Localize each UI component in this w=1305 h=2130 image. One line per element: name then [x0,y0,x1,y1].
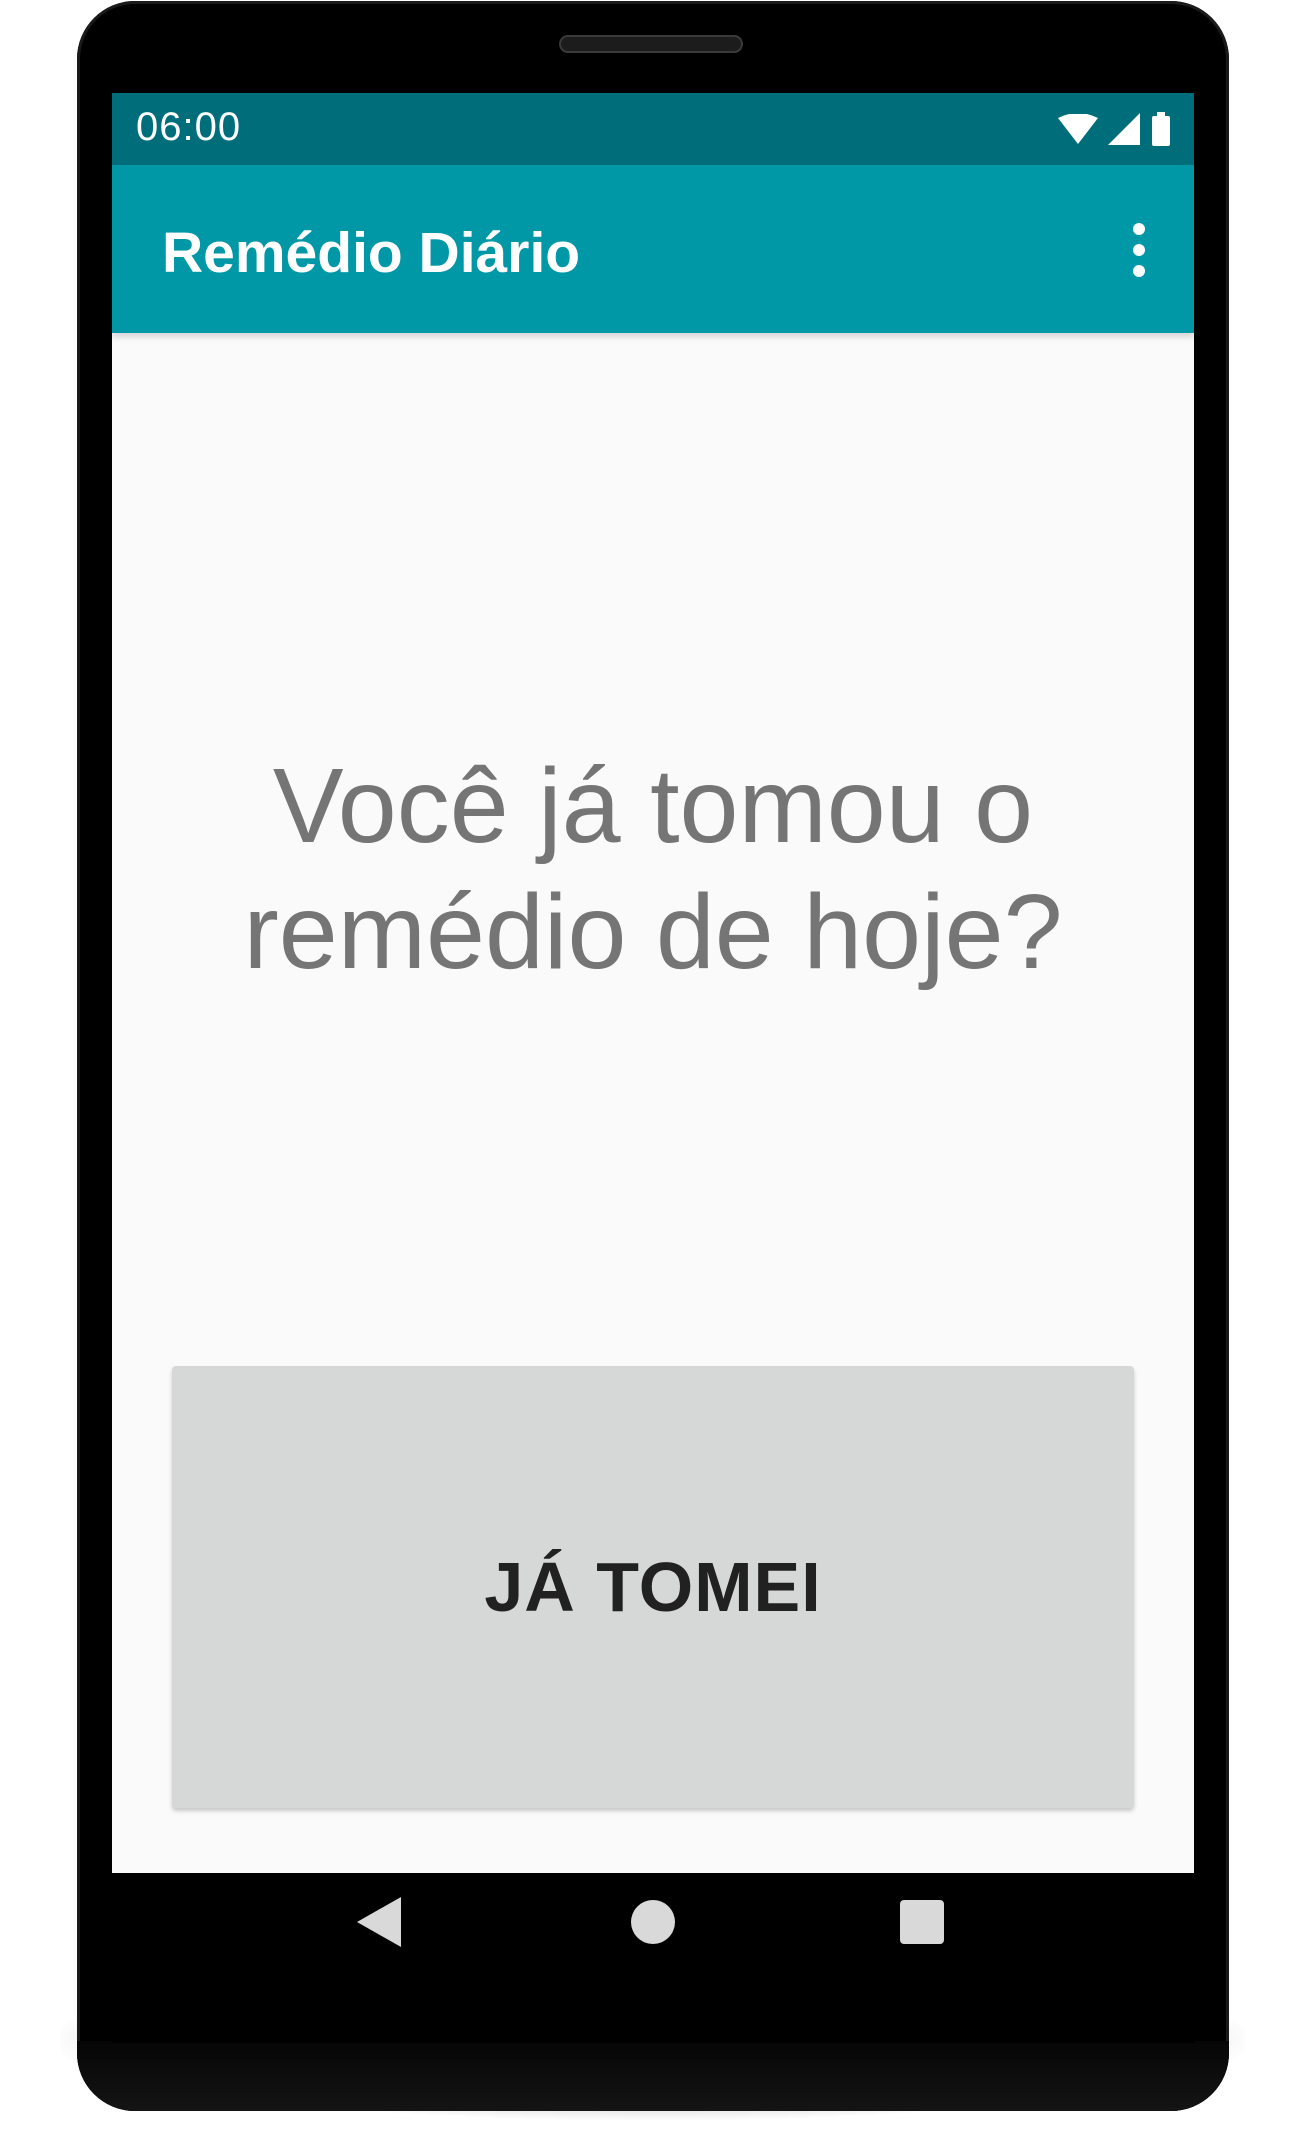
question-text: Você já tomou o remédio de hoje? [112,743,1194,995]
device-chin [77,2041,1229,2111]
overflow-dot [1133,265,1145,277]
navigation-bar [112,1873,1194,2043]
app-title: Remédio Diário [162,221,581,285]
question-line-1: Você já tomou o [272,747,1034,865]
device-frame: 06:00 Remédio Diário Você já tomou o rem… [77,1,1229,2111]
more-vert-icon[interactable] [1124,223,1154,277]
status-icons [1058,109,1172,149]
back-icon[interactable] [357,1897,401,1947]
status-time: 06:00 [136,105,242,149]
stage: 06:00 Remédio Diário Você já tomou o rem… [0,0,1305,2130]
status-bar: 06:00 [112,93,1194,165]
battery-icon [1152,112,1170,146]
home-icon[interactable] [631,1900,675,1944]
overflow-dot [1133,223,1145,235]
cell-signal-icon [1108,113,1140,145]
earpiece-speaker [559,35,743,53]
screen: 06:00 Remédio Diário Você já tomou o rem… [112,93,1194,1873]
wifi-icon [1058,114,1098,144]
question-line-2: remédio de hoje? [243,873,1063,991]
taken-button[interactable]: JÁ TOMEI [172,1366,1134,1808]
app-bar: Remédio Diário [112,165,1194,333]
taken-button-label: JÁ TOMEI [484,1548,822,1626]
recents-icon[interactable] [900,1900,944,1944]
overflow-dot [1133,244,1145,256]
